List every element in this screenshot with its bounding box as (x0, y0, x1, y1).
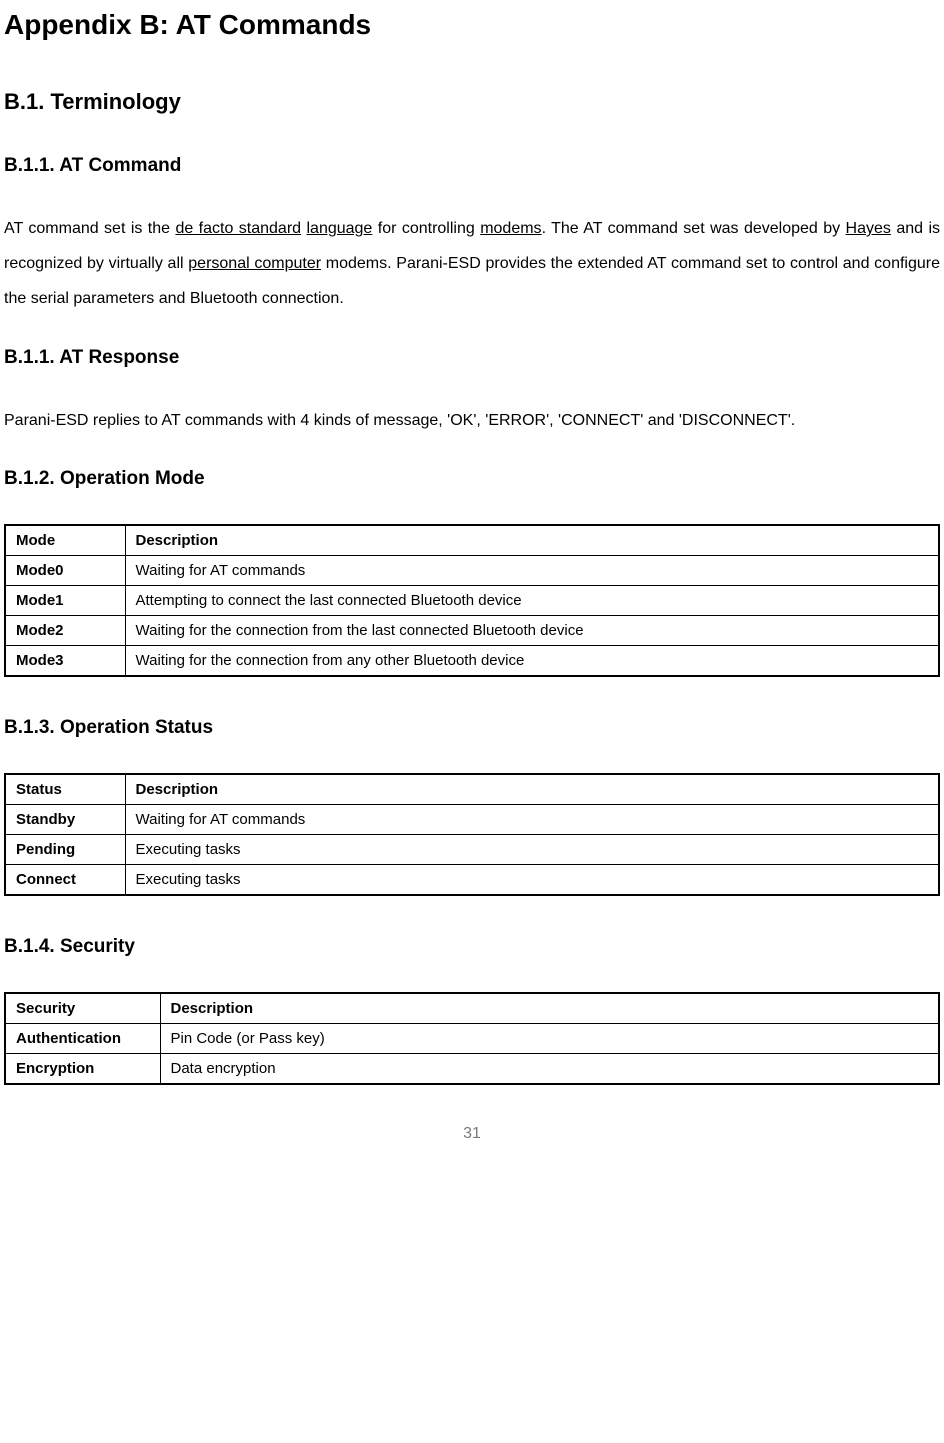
para-text: AT command set is the (4, 220, 175, 237)
table-cell-description: Attempting to connect the last connected… (125, 585, 939, 615)
table-header-description: Description (125, 774, 939, 805)
appendix-title: Appendix B: AT Commands (4, 9, 940, 41)
section-terminology-heading: B.1. Terminology (4, 89, 940, 115)
table-cell-mode: Mode3 (5, 645, 125, 676)
table-cell-description: Waiting for AT commands (125, 555, 939, 585)
table-row: Connect Executing tasks (5, 864, 939, 895)
table-cell-description: Executing tasks (125, 834, 939, 864)
table-row: Pending Executing tasks (5, 834, 939, 864)
table-header-row: Mode Description (5, 525, 939, 556)
table-cell-security: Authentication (5, 1023, 160, 1053)
table-row: Standby Waiting for AT commands (5, 804, 939, 834)
table-row: Mode0 Waiting for AT commands (5, 555, 939, 585)
table-header-row: Status Description (5, 774, 939, 805)
table-cell-description: Waiting for the connection from any othe… (125, 645, 939, 676)
page-number: 31 (4, 1125, 940, 1143)
at-response-paragraph: Parani-ESD replies to AT commands with 4… (4, 403, 940, 438)
table-cell-description: Waiting for the connection from the last… (125, 615, 939, 645)
table-row: Authentication Pin Code (or Pass key) (5, 1023, 939, 1053)
table-cell-description: Executing tasks (125, 864, 939, 895)
link-modems[interactable]: modems (480, 220, 541, 237)
table-cell-mode: Mode2 (5, 615, 125, 645)
link-language[interactable]: language (306, 220, 372, 237)
link-hayes[interactable]: Hayes (846, 220, 891, 237)
table-cell-security: Encryption (5, 1053, 160, 1084)
table-cell-mode: Mode1 (5, 585, 125, 615)
subsection-operation-mode-heading: B.1.2. Operation Mode (4, 468, 940, 490)
link-de-facto-standard[interactable]: de facto standard (175, 220, 301, 237)
table-cell-status: Standby (5, 804, 125, 834)
table-cell-description: Waiting for AT commands (125, 804, 939, 834)
table-header-description: Description (160, 993, 939, 1024)
table-header-description: Description (125, 525, 939, 556)
para-text: . The AT command set was developed by (542, 220, 846, 237)
operation-status-table: Status Description Standby Waiting for A… (4, 773, 940, 896)
table-cell-status: Pending (5, 834, 125, 864)
table-header-security: Security (5, 993, 160, 1024)
at-command-paragraph: AT command set is the de facto standard … (4, 211, 940, 317)
table-row: Mode2 Waiting for the connection from th… (5, 615, 939, 645)
link-personal-computer[interactable]: personal computer (188, 255, 321, 272)
subsection-at-command-heading: B.1.1. AT Command (4, 155, 940, 177)
table-cell-mode: Mode0 (5, 555, 125, 585)
subsection-security-heading: B.1.4. Security (4, 936, 940, 958)
subsection-at-response-heading: B.1.1. AT Response (4, 347, 940, 369)
operation-mode-table: Mode Description Mode0 Waiting for AT co… (4, 524, 940, 677)
subsection-operation-status-heading: B.1.3. Operation Status (4, 717, 940, 739)
table-cell-description: Data encryption (160, 1053, 939, 1084)
table-row: Encryption Data encryption (5, 1053, 939, 1084)
table-row: Mode3 Waiting for the connection from an… (5, 645, 939, 676)
table-cell-description: Pin Code (or Pass key) (160, 1023, 939, 1053)
table-header-mode: Mode (5, 525, 125, 556)
table-header-row: Security Description (5, 993, 939, 1024)
table-header-status: Status (5, 774, 125, 805)
security-table: Security Description Authentication Pin … (4, 992, 940, 1085)
table-row: Mode1 Attempting to connect the last con… (5, 585, 939, 615)
para-text: for controlling (372, 220, 480, 237)
table-cell-status: Connect (5, 864, 125, 895)
